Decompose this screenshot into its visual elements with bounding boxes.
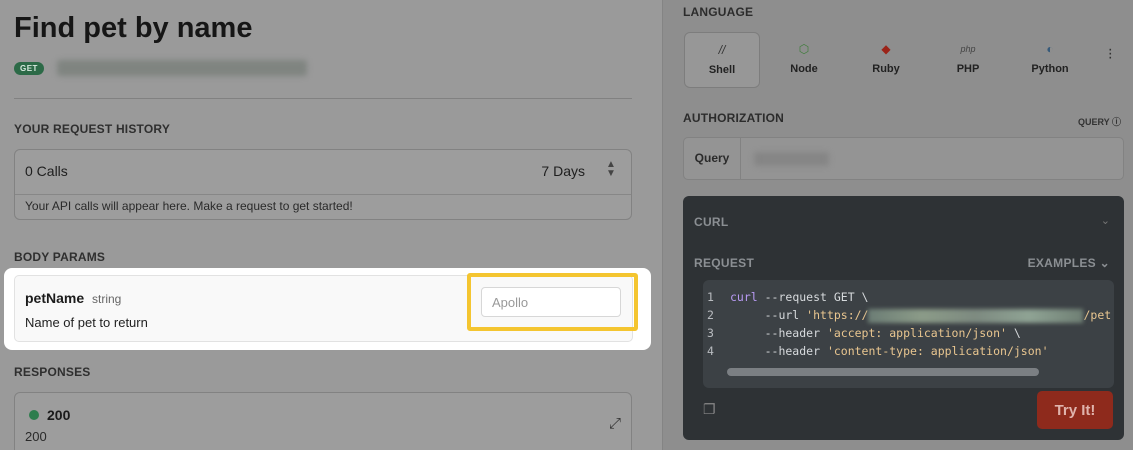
- tab-node[interactable]: ⬡ Node: [766, 32, 842, 88]
- endpoint-url-redacted: [57, 60, 307, 76]
- auth-value-redacted: [754, 152, 829, 166]
- try-it-button[interactable]: Try It!: [1037, 391, 1113, 429]
- auth-query-field[interactable]: Query: [683, 137, 1124, 180]
- request-history-label: YOUR REQUEST HISTORY: [14, 122, 171, 136]
- curl-label: CURL: [694, 215, 729, 229]
- responses-label: RESPONSES: [14, 365, 91, 379]
- line-number: 4: [707, 344, 714, 358]
- history-hint: Your API calls will appear here. Make a …: [25, 199, 353, 213]
- request-label: REQUEST: [694, 256, 755, 270]
- python-icon: ◐: [1046, 42, 1054, 56]
- tab-label: Python: [1031, 63, 1069, 75]
- line-number: 3: [707, 326, 714, 340]
- divider: [15, 194, 631, 195]
- ruby-icon: ◆: [881, 42, 891, 56]
- code-text: --url: [730, 308, 807, 322]
- tab-label: PHP: [956, 63, 980, 75]
- param-description: Name of pet to return: [25, 315, 148, 330]
- endpoint-details-panel: Find pet by name GET YOUR REQUEST HISTOR…: [0, 0, 662, 450]
- language-label: LANGUAGE: [683, 5, 754, 19]
- info-icon: ⓘ: [1111, 117, 1121, 127]
- code-text: --header: [730, 344, 827, 358]
- response-200-card[interactable]: 200 200 ⤢: [14, 392, 632, 450]
- code-string: 'accept: application/json': [826, 326, 1007, 340]
- curl-panel: CURL ⌄ REQUEST EXAMPLES ⌄ 1 curl --reque…: [683, 196, 1124, 440]
- clipboard-icon[interactable]: ❐: [703, 401, 716, 418]
- query-tag-text: QUERY: [1077, 117, 1110, 127]
- request-history-box: 0 Calls 7 Days ▲ ▼ Your API calls will ap…: [14, 149, 632, 220]
- more-options-icon[interactable]: · · ·: [1108, 42, 1113, 66]
- method-badge: GET: [14, 62, 44, 75]
- status-dot-icon: [29, 410, 39, 420]
- code-block: 1 curl --request GET \ 2 --url 'https://…: [703, 280, 1114, 388]
- tab-label: Node: [790, 63, 818, 75]
- examples-label: EXAMPLES: [1027, 256, 1096, 270]
- response-code: 200: [47, 407, 71, 423]
- page-title: Find pet by name: [14, 12, 253, 44]
- node-icon: ⬡: [798, 42, 810, 56]
- code-text: \: [1006, 326, 1021, 340]
- expand-icon[interactable]: ⤢: [609, 415, 621, 432]
- param-type: string: [92, 292, 122, 306]
- select-chevron-icon[interactable]: ▲ ▼: [605, 160, 617, 179]
- code-string: 'https://: [806, 308, 869, 322]
- examples-dropdown[interactable]: EXAMPLES ⌄: [1028, 256, 1110, 270]
- auth-field-label: Query: [684, 138, 741, 179]
- code-sample-panel: LANGUAGE // Shell ⬡ Node ◆ Ruby php PHP …: [662, 0, 1133, 450]
- code-string: 'content-type: application/json': [826, 344, 1049, 358]
- chevron-down-icon[interactable]: ⌄: [1101, 214, 1110, 227]
- divider: [14, 98, 632, 99]
- horizontal-scrollbar[interactable]: [727, 368, 1039, 376]
- history-range-select[interactable]: 7 Days: [541, 163, 585, 179]
- calls-count: 0 Calls: [25, 163, 68, 179]
- tab-php[interactable]: php PHP: [930, 32, 1006, 88]
- language-tabs: // Shell ⬡ Node ◆ Ruby php PHP ◐ Python: [684, 32, 1114, 88]
- tab-label: Shell: [708, 64, 736, 76]
- response-subtitle: 200: [25, 429, 47, 444]
- tab-shell[interactable]: // Shell: [684, 32, 760, 88]
- code-string: /pet: [1083, 308, 1112, 322]
- code-text: --request GET \: [757, 290, 869, 304]
- line-number: 2: [707, 308, 714, 322]
- param-name: petName: [25, 290, 85, 306]
- body-params-label: BODY PARAMS: [14, 250, 106, 264]
- tab-ruby[interactable]: ◆ Ruby: [848, 32, 924, 88]
- authorization-label: AUTHORIZATION: [683, 111, 785, 125]
- tab-python[interactable]: ◐ Python: [1012, 32, 1088, 88]
- petname-input[interactable]: [481, 287, 621, 317]
- query-tag: QUERY ⓘ: [1078, 115, 1121, 128]
- body-params-highlight: petName string Name of pet to return: [4, 268, 651, 350]
- code-text: --header: [730, 326, 827, 340]
- url-redacted: [868, 308, 1084, 323]
- shell-icon: //: [718, 43, 726, 57]
- tab-label: Ruby: [872, 63, 900, 75]
- code-command: curl: [730, 290, 758, 304]
- line-number: 1: [707, 290, 714, 304]
- php-icon: php: [960, 44, 976, 54]
